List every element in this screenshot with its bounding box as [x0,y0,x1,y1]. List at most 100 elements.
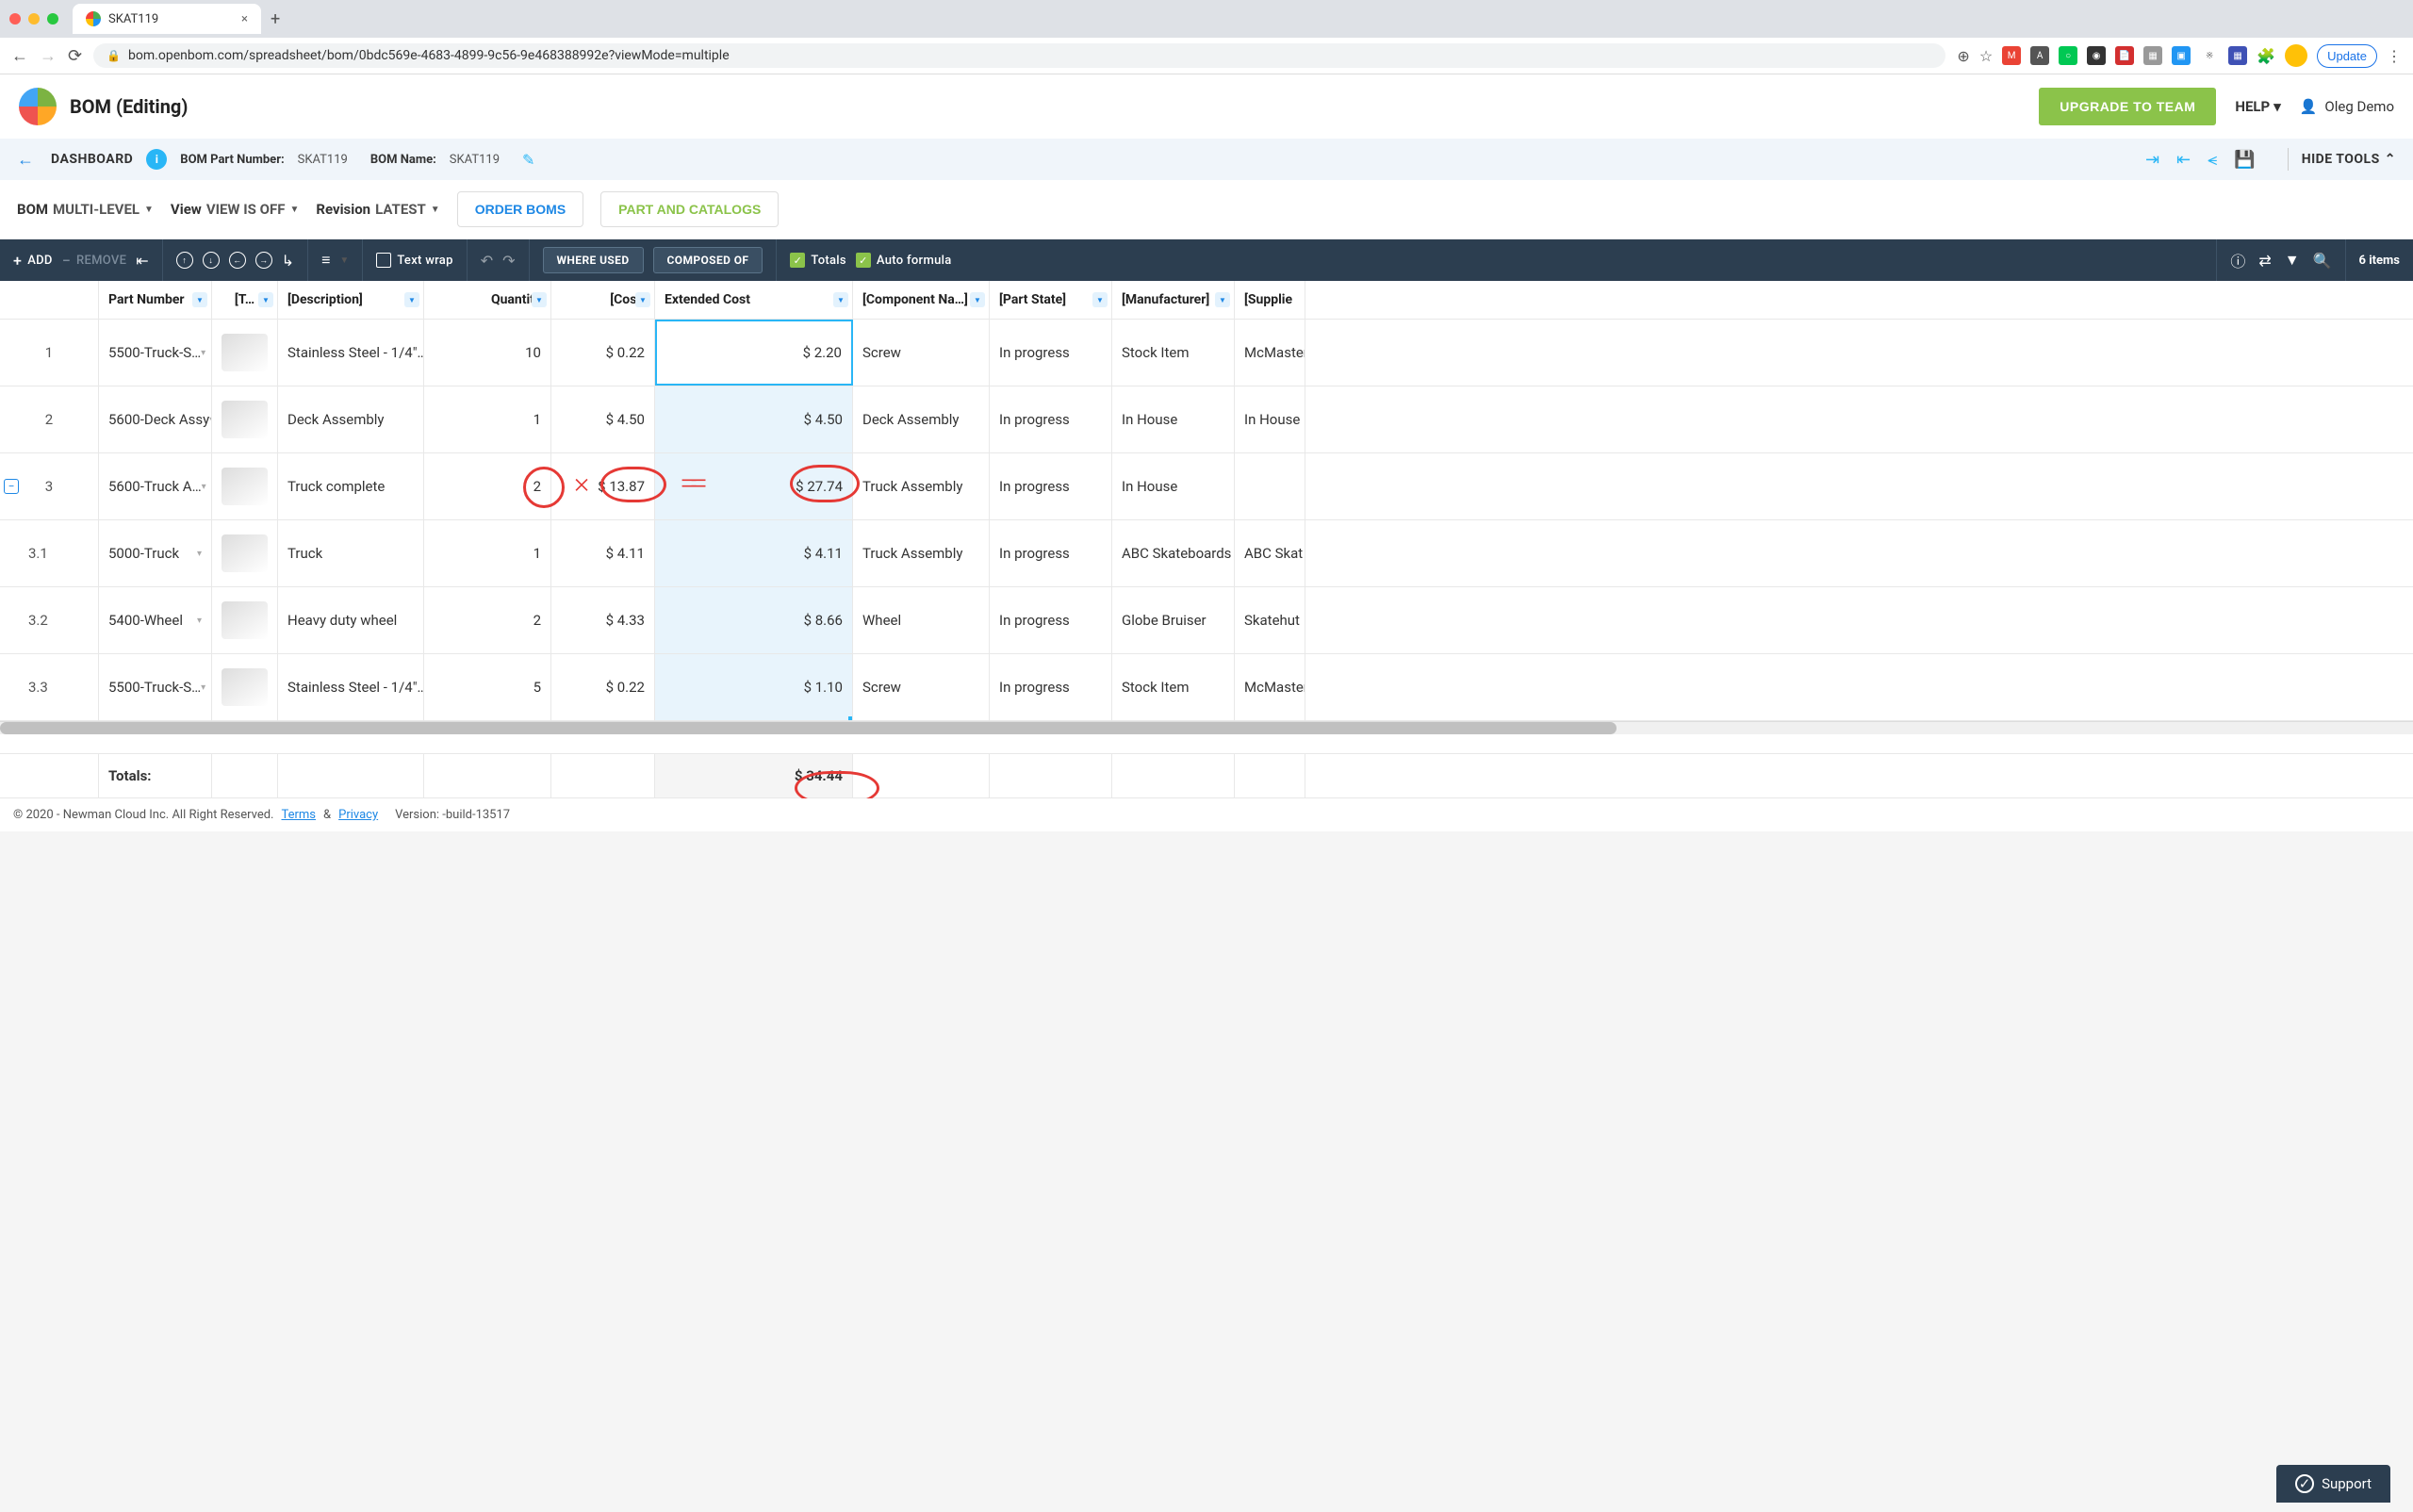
cell-cost[interactable]: $ 13.87 [551,453,655,519]
return-icon[interactable]: ↳ [282,252,294,270]
arrow-down-icon[interactable]: ↓ [203,252,220,269]
column-header-cost[interactable]: [Cost]▼ [551,281,655,319]
url-input[interactable]: 🔒 bom.openbom.com/spreadsheet/bom/0bdc56… [93,43,1945,68]
cell-manufacturer[interactable]: In House [1112,386,1235,452]
view-dropdown[interactable]: View VIEW IS OFF ▼ [171,201,299,218]
cell-component-name[interactable]: Screw [853,320,990,386]
cell-description[interactable]: Heavy duty wheel [278,587,424,653]
collapse-icon[interactable]: − [4,479,19,494]
cell-part-state[interactable]: In progress [990,654,1112,720]
undo-icon[interactable]: ↶ [481,252,493,270]
upgrade-button[interactable]: UPGRADE TO TEAM [2039,88,2216,125]
nav-forward-icon[interactable]: → [40,46,57,66]
cell-part-number[interactable]: 5600-Deck Assy▾ [99,386,212,452]
filter-icon[interactable]: ▼ [970,292,985,307]
window-close[interactable] [9,13,21,25]
nav-back-icon[interactable]: ← [11,46,28,66]
redo-icon[interactable]: ↷ [502,252,515,270]
align-icon[interactable]: ≡ [321,251,330,270]
arrow-left-icon[interactable]: ← [229,252,246,269]
nav-reload-icon[interactable]: ⟳ [68,46,82,66]
totals-toggle[interactable]: ✓ Totals [790,253,846,268]
browser-avatar[interactable] [2285,44,2307,67]
filter-icon[interactable]: ▼ [1092,292,1108,307]
cell-quantity[interactable]: 2 [424,453,551,519]
column-header-part-state[interactable]: [Part State]▼ [990,281,1112,319]
cell-thumbnail[interactable] [212,654,278,720]
text-wrap-toggle[interactable]: Text wrap [376,253,452,268]
cell-part-state[interactable]: In progress [990,320,1112,386]
scrollbar-thumb[interactable] [0,722,1617,734]
filter-icon[interactable]: ▼ [635,292,650,307]
cell-component-name[interactable]: Wheel [853,587,990,653]
filter-icon[interactable]: ▼ [258,292,273,307]
back-arrow-icon[interactable]: ← [17,150,34,170]
cell-supplier[interactable] [1235,453,1305,519]
filter-icon[interactable]: ▼ [192,292,207,307]
cell-supplier[interactable]: In House [1235,386,1305,452]
table-row[interactable]: 1 5500-Truck-S…▾ Stainless Steel - 1/4"…… [0,320,2413,386]
add-row-button[interactable]: + ADD [13,252,53,270]
cell-quantity[interactable]: 2 [424,587,551,653]
cell-description[interactable]: Stainless Steel - 1/4"… [278,320,424,386]
cell-cost[interactable]: $ 4.11 [551,520,655,586]
edit-name-icon[interactable]: ✎ [522,151,534,169]
swap-icon[interactable]: ⇄ [2258,252,2271,270]
cell-supplier[interactable]: McMaster [1235,320,1305,386]
cell-part-number[interactable]: 5500-Truck-S…▾ [99,320,212,386]
cell-part-state[interactable]: In progress [990,453,1112,519]
info-circle-icon[interactable]: ⓘ [2230,249,2245,271]
filter-icon[interactable]: ▼ [2285,251,2300,270]
ext-icon-6[interactable]: ▦ [2143,46,2162,65]
save-icon[interactable]: 💾 [2234,150,2255,170]
cell-supplier[interactable]: Skatehut [1235,587,1305,653]
cell-part-number[interactable]: 5500-Truck-S…▾ [99,654,212,720]
column-header-component-name[interactable]: [Component Na…]▼ [853,281,990,319]
revision-dropdown[interactable]: Revision LATEST ▼ [316,201,439,218]
cell-cost[interactable]: $ 0.22 [551,320,655,386]
cell-part-number[interactable]: 5600-Truck A…▾ [99,453,212,519]
new-tab-button[interactable]: + [271,9,280,29]
cell-description[interactable]: Deck Assembly [278,386,424,452]
cell-supplier[interactable]: ABC Skat [1235,520,1305,586]
parts-catalogs-button[interactable]: PART AND CATALOGS [600,191,779,227]
filter-icon[interactable]: ▼ [404,292,419,307]
table-row[interactable]: −3 5600-Truck A…▾ Truck complete 2 $ 13.… [0,453,2413,520]
arrow-right-icon[interactable]: → [255,252,272,269]
tab-close-icon[interactable]: × [241,12,248,26]
cell-manufacturer[interactable]: ABC Skateboards [1112,520,1235,586]
order-boms-button[interactable]: ORDER BOMS [457,191,583,227]
support-button[interactable]: ✓ Support [2276,1465,2390,1503]
ext-icon-4[interactable]: ◉ [2087,46,2106,65]
table-row[interactable]: 3.2 5400-Wheel▾ Heavy duty wheel 2 $ 4.3… [0,587,2413,654]
cell-thumbnail[interactable] [212,587,278,653]
dashboard-link[interactable]: DASHBOARD [51,152,133,167]
dropdown-chevron-icon[interactable]: ▾ [197,616,202,626]
column-header-description[interactable]: [Description]▼ [278,281,424,319]
column-header-thumbnail[interactable]: [T…▼ [212,281,278,319]
cell-thumbnail[interactable] [212,320,278,386]
column-header-manufacturer[interactable]: [Manufacturer]▼ [1112,281,1235,319]
help-menu[interactable]: HELP ▾ [2235,98,2280,115]
browser-menu-icon[interactable]: ⋮ [2387,47,2402,65]
dropdown-chevron-icon[interactable]: ▾ [197,549,202,559]
cell-thumbnail[interactable] [212,386,278,452]
column-collapse-icon[interactable]: ⇤ [136,252,148,270]
hide-tools-toggle[interactable]: HIDE TOOLS ⌃ [2302,152,2396,167]
cell-component-name[interactable]: Screw [853,654,990,720]
cell-thumbnail[interactable] [212,453,278,519]
user-menu[interactable]: 👤 Oleg Demo [2300,98,2394,115]
cell-description[interactable]: Truck complete [278,453,424,519]
export-icon[interactable]: ⇤ [2176,150,2191,170]
cell-manufacturer[interactable]: Stock Item [1112,654,1235,720]
cell-quantity[interactable]: 10 [424,320,551,386]
arrow-up-icon[interactable]: ↑ [176,252,193,269]
auto-formula-toggle[interactable]: ✓ Auto formula [856,253,952,268]
cell-description[interactable]: Truck [278,520,424,586]
cell-extended-cost[interactable]: $ 4.11 [655,520,853,586]
zoom-icon[interactable]: ⊕ [1957,47,1969,65]
cell-quantity[interactable]: 1 [424,386,551,452]
cell-description[interactable]: Stainless Steel - 1/4"… [278,654,424,720]
cell-manufacturer[interactable]: In House [1112,453,1235,519]
cell-part-state[interactable]: In progress [990,386,1112,452]
